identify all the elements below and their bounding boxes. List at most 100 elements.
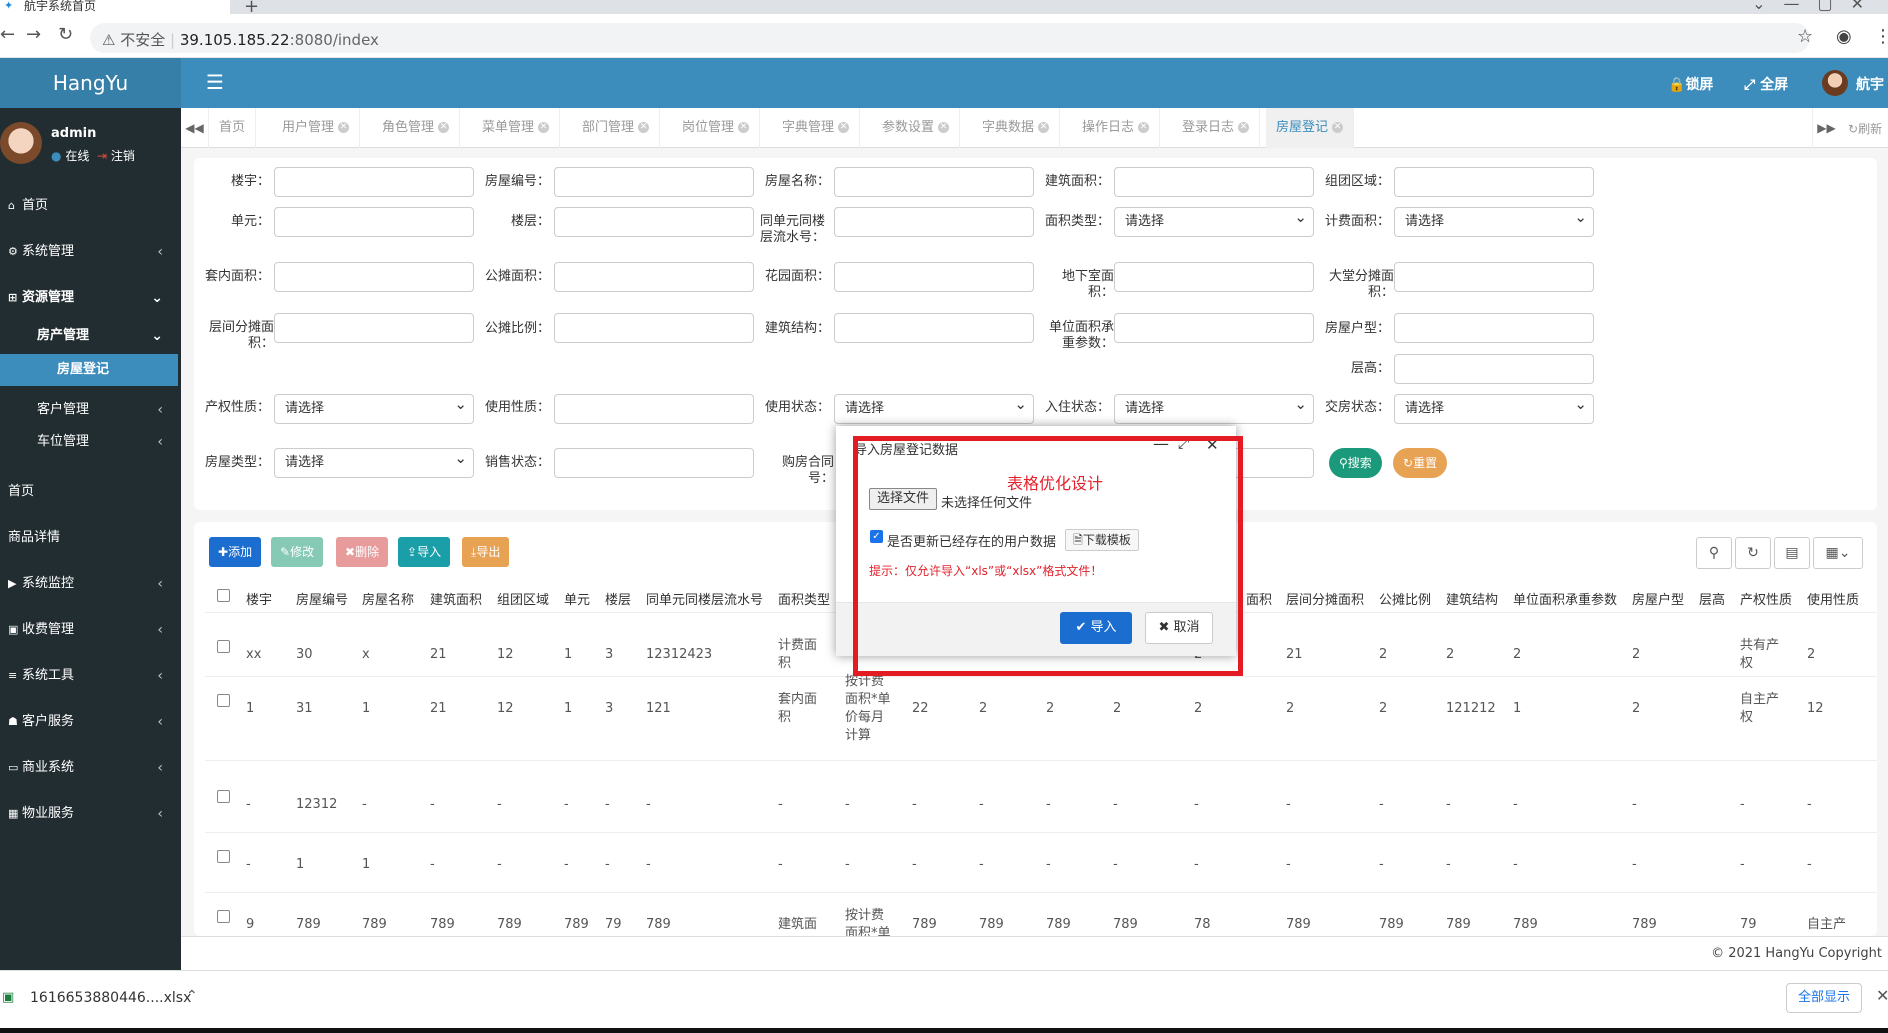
contract-input[interactable] [1232, 448, 1314, 478]
tab-dict[interactable]: 字典管理 ✕ [772, 108, 861, 148]
row-checkbox[interactable] [217, 910, 230, 923]
load-input[interactable] [1114, 313, 1314, 343]
logout-icon[interactable]: ⇥ [97, 149, 107, 163]
house-name-input[interactable] [834, 167, 1034, 197]
export-button[interactable]: ⤓导出 [462, 537, 510, 567]
import-button[interactable]: ⇪导入 [398, 537, 451, 567]
chevron-up-icon[interactable]: ⌃ [186, 988, 198, 1004]
profile-icon[interactable]: ◉ [1836, 26, 1852, 47]
structure-input[interactable] [834, 313, 1034, 343]
browser-tab[interactable]: 航宇系统首页 [0, 0, 230, 14]
col-height[interactable]: 层高 [1699, 589, 1725, 608]
tab-config[interactable]: 参数设置 ✕ [872, 108, 961, 148]
url-text[interactable]: ⚠ 不安全 | 39.105.185.22:8080/index [102, 29, 379, 50]
refresh-tab-button[interactable]: ↻刷新 [1848, 120, 1882, 137]
sidebar-item-home2[interactable]: 首页 [0, 472, 181, 512]
garden-area-input[interactable] [834, 262, 1034, 292]
select-all-checkbox[interactable] [217, 589, 230, 602]
tab-role[interactable]: 角色管理 ✕ [372, 108, 461, 148]
table-search-icon[interactable]: ⚲ [1696, 537, 1732, 569]
app-logo[interactable]: HangYu [0, 58, 181, 108]
tabs-scroll-left[interactable]: ◀◀ [181, 108, 209, 148]
col-build-area[interactable]: 建筑面积 [430, 589, 482, 608]
edit-button[interactable]: ✎修改 [271, 537, 324, 567]
show-all-downloads-button[interactable]: 全部显示 [1786, 983, 1862, 1013]
handover-select[interactable]: 请选择 [1394, 390, 1594, 424]
add-button[interactable]: ✚添加 [209, 537, 262, 567]
group-area-input[interactable] [1394, 167, 1594, 197]
reload-icon[interactable]: ↻ [58, 24, 73, 45]
house-no-input[interactable] [554, 167, 754, 197]
sidebar-item-goods[interactable]: 商品详情 [0, 518, 181, 558]
use-status-select[interactable]: 请选择 [834, 390, 1034, 424]
room-type-select[interactable]: 请选择 [274, 444, 474, 478]
col-use-nature[interactable]: 使用性质 [1807, 589, 1859, 608]
col-area-type[interactable]: 面积类型 [778, 589, 830, 608]
building-input[interactable] [274, 167, 474, 197]
floor-input[interactable] [554, 207, 754, 237]
tabs-scroll-right[interactable]: ▶▶ [1812, 108, 1840, 148]
sidebar-item-tools[interactable]: ≡ 系统工具 ‹ [0, 656, 181, 696]
table-toggle-icon[interactable]: ▤ [1774, 537, 1810, 569]
tab-house-register[interactable]: 房屋登记 ✕ [1266, 108, 1355, 148]
search-button[interactable]: ⚲搜索 [1329, 448, 1382, 478]
col-serial[interactable]: 同单元同楼层流水号 [646, 589, 763, 608]
fullscreen-link[interactable]: ⤢ 全屏 [1744, 74, 1788, 94]
col-floor[interactable]: 楼层 [605, 589, 631, 608]
height-input[interactable] [1394, 354, 1594, 384]
sale-status-input[interactable] [554, 448, 754, 478]
col-house-no[interactable]: 房屋编号 [296, 589, 348, 608]
delete-button[interactable]: ✖删除 [336, 537, 389, 567]
tab-dict-data[interactable]: 字典数据 ✕ [972, 108, 1061, 148]
sidebar-item-fee[interactable]: ▣ 收费管理 ‹ [0, 610, 181, 650]
table-columns-icon[interactable]: ▦⌄ [1813, 537, 1863, 569]
tab-home[interactable]: 首页 [209, 108, 257, 148]
logout-link[interactable]: 注销 [111, 149, 135, 163]
build-area-input[interactable] [1114, 167, 1314, 197]
share-ratio-input[interactable] [554, 313, 754, 343]
basement-input[interactable] [1114, 262, 1314, 292]
sidebar-item-parking[interactable]: 车位管理 ‹ [0, 422, 181, 462]
forward-icon[interactable]: → [26, 24, 41, 45]
table-refresh-icon[interactable]: ↻ [1735, 537, 1771, 569]
use-nature-input[interactable] [554, 394, 754, 424]
tab-post[interactable]: 岗位管理 ✕ [672, 108, 761, 148]
row-checkbox[interactable] [217, 694, 230, 707]
tab-login-log[interactable]: 登录日志 ✕ [1172, 108, 1261, 148]
col-building[interactable]: 楼宇 [246, 589, 272, 608]
property-select[interactable]: 请选择 [274, 390, 474, 424]
sidebar-item-business[interactable]: ▭ 商业系统 ‹ [0, 748, 181, 788]
col-unit[interactable]: 单元 [564, 589, 590, 608]
serial-input[interactable] [834, 207, 1034, 237]
lock-screen-link[interactable]: 🔒锁屏 [1668, 74, 1713, 94]
col-load[interactable]: 单位面积承重参数 [1513, 589, 1617, 608]
download-filename[interactable]: 1616653880446....xlsx [30, 990, 191, 1006]
sidebar-item-property[interactable]: 房产管理 ⌄ [0, 316, 181, 356]
charge-area-select[interactable]: 请选择 [1394, 203, 1594, 237]
inner-area-input[interactable] [274, 262, 474, 292]
col-structure[interactable]: 建筑结构 [1446, 589, 1498, 608]
unit-input[interactable] [274, 207, 474, 237]
row-checkbox[interactable] [217, 850, 230, 863]
tab-user[interactable]: 用户管理 ✕ [272, 108, 361, 148]
sidebar-item-house-register[interactable]: 房屋登记 [0, 354, 178, 386]
reset-button[interactable]: ↻重置 [1393, 448, 1448, 478]
col-property[interactable]: 产权性质 [1740, 589, 1792, 608]
col-share-ratio[interactable]: 公摊比例 [1379, 589, 1431, 608]
row-checkbox[interactable] [217, 790, 230, 803]
header-avatar[interactable] [1822, 70, 1848, 96]
sidebar-item-monitor[interactable]: ▶ 系统监控 ‹ [0, 564, 181, 604]
floor-share-input[interactable] [274, 313, 474, 343]
shared-area-input[interactable] [554, 262, 754, 292]
window-controls[interactable]: ⌄—▢✕ [1752, 0, 1882, 13]
area-type-select[interactable]: 请选择 [1114, 203, 1314, 237]
header-username[interactable]: 航宇 [1856, 74, 1884, 94]
close-icon[interactable]: ✕ [1876, 986, 1888, 1005]
sidebar-item-service[interactable]: ☗ 客户服务 ‹ [0, 702, 181, 742]
tab-oper-log[interactable]: 操作日志 ✕ [1072, 108, 1161, 148]
lobby-input[interactable] [1394, 262, 1594, 292]
col-floor-share[interactable]: 层间分摊面积 [1286, 589, 1364, 608]
house-type-input[interactable] [1394, 313, 1594, 343]
back-icon[interactable]: ← [0, 24, 15, 45]
col-house-type[interactable]: 房屋户型 [1632, 589, 1684, 608]
